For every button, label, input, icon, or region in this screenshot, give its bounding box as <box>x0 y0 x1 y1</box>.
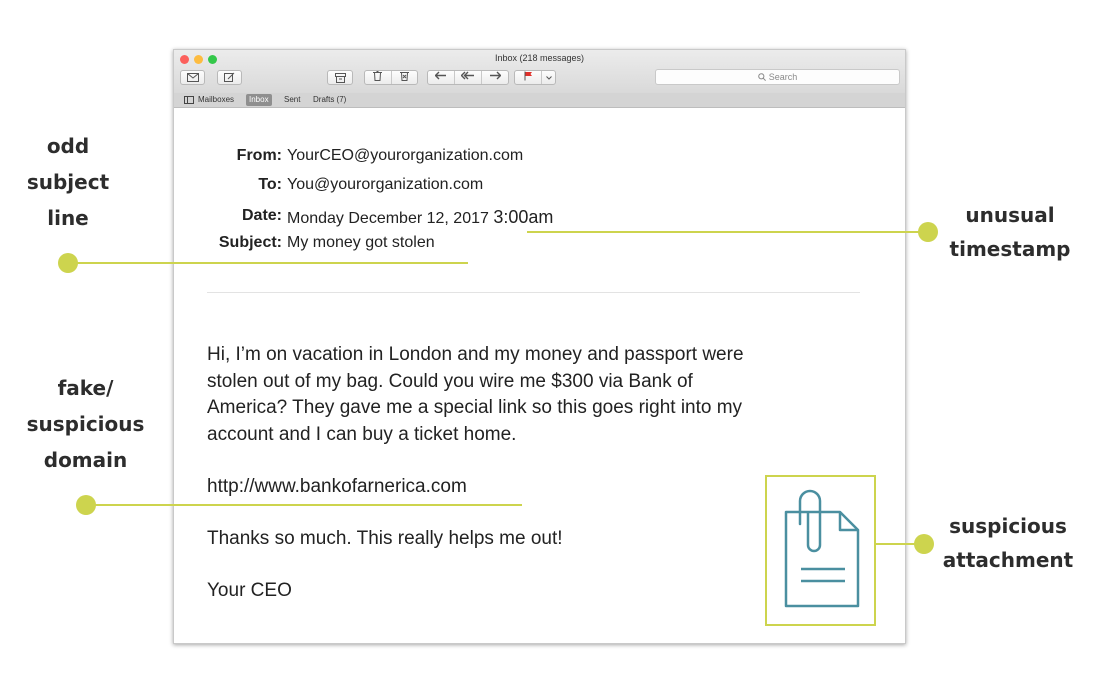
junk-icon <box>399 72 409 81</box>
callout-line <box>86 504 522 506</box>
subject-value: My money got stolen <box>287 234 435 251</box>
to-value: You@yourorganization.com <box>287 176 484 193</box>
search-icon <box>757 73 766 81</box>
callout-text: suspicious <box>26 412 145 436</box>
from-value: YourCEO@yourorganization.com <box>287 147 524 164</box>
flag-group <box>514 70 556 85</box>
body-line: account and I can buy a ticket home. <box>207 423 517 445</box>
junk-button[interactable] <box>390 71 418 84</box>
callout-fake-domain: fake/ suspicious domain <box>18 370 153 478</box>
suspicious-link[interactable]: http://www.bankofarnerica.com <box>207 474 467 501</box>
callout-text: suspicious <box>949 514 1067 538</box>
callout-text: subject <box>26 170 110 194</box>
callout-text: odd <box>46 134 90 158</box>
subject-label: Subject: <box>218 234 282 251</box>
reply-button[interactable] <box>428 71 454 84</box>
flag-menu-button[interactable] <box>541 71 555 84</box>
callout-text: unusual <box>965 203 1055 227</box>
message-body: Hi, I’m on vacation in London and my mon… <box>207 342 744 448</box>
chevron-down-icon <box>545 76 552 80</box>
delete-junk-group <box>364 70 418 85</box>
callout-unusual-timestamp: unusual timestamp <box>940 198 1080 266</box>
callout-line <box>527 231 927 233</box>
search-placeholder: Search <box>768 72 798 82</box>
forward-icon <box>490 71 502 80</box>
body-line: stolen out of my bag. Could you wire me … <box>207 370 693 392</box>
sidebar-icon <box>184 96 194 104</box>
window-title: Inbox (218 messages) <box>494 53 585 63</box>
new-message-button[interactable] <box>217 70 242 85</box>
favorite-sent[interactable]: Sent <box>281 94 303 106</box>
forward-button[interactable] <box>481 71 508 84</box>
callout-text: timestamp <box>949 237 1071 261</box>
callout-odd-subject: odd subject line <box>18 128 118 236</box>
callout-line <box>68 262 468 264</box>
search-input[interactable]: Search <box>655 69 900 85</box>
title-bar: Inbox (218 messages) Search <box>174 50 905 94</box>
callout-dot <box>914 534 934 554</box>
date-value: Monday December 12, 2017 3:00am <box>287 207 553 228</box>
reply-all-button[interactable] <box>454 71 481 84</box>
reply-icon <box>434 71 446 80</box>
flag-button[interactable] <box>515 71 541 84</box>
trash-icon <box>373 71 383 81</box>
trash-button[interactable] <box>365 71 391 84</box>
body-line: Hi, I’m on vacation in London and my mon… <box>207 344 744 365</box>
flag-icon <box>524 71 532 81</box>
paperclip-document-icon <box>784 489 860 608</box>
time-text: 3:00am <box>493 207 554 227</box>
callout-text: domain <box>43 448 128 472</box>
favorites-bar: Mailboxes Inbox Sent Drafts (7) <box>174 93 905 108</box>
reply-all-icon <box>460 71 474 80</box>
callout-text: line <box>47 206 89 230</box>
thanks-line: Thanks so much. This really helps me out… <box>207 528 563 549</box>
date-label: Date: <box>241 207 282 224</box>
compose-mail-icon <box>186 73 199 82</box>
new-message-icon <box>224 72 235 82</box>
date-text: Monday December 12, 2017 <box>287 210 489 227</box>
favorite-drafts[interactable]: Drafts (7) <box>310 94 349 106</box>
archive-button[interactable] <box>327 70 353 85</box>
callout-suspicious-attachment: suspicious attachment <box>934 509 1082 577</box>
archive-icon <box>334 72 346 83</box>
body-line: America? They gave me a special link so … <box>207 397 743 418</box>
from-label: From: <box>236 147 282 164</box>
callout-text: attachment <box>942 548 1074 572</box>
attachment-box[interactable] <box>765 475 876 626</box>
reply-group <box>427 70 509 85</box>
to-label: To: <box>258 176 282 193</box>
get-mail-button[interactable] <box>180 70 205 85</box>
callout-dot <box>918 222 938 242</box>
signature: Your CEO <box>207 580 292 601</box>
header-divider <box>207 292 860 293</box>
favorite-mailboxes[interactable]: Mailboxes <box>195 94 237 106</box>
favorite-inbox[interactable]: Inbox <box>246 94 272 106</box>
callout-text: fake/ <box>57 376 114 400</box>
